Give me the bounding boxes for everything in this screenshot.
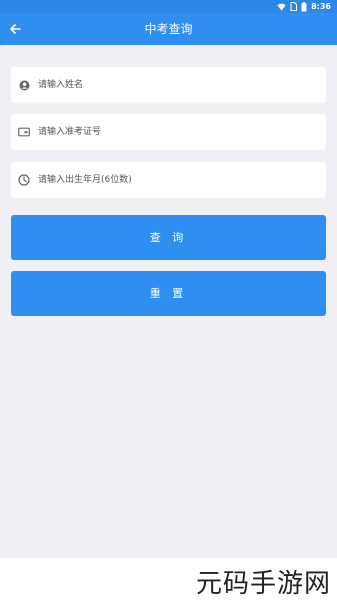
back-button[interactable]: [6, 20, 24, 38]
query-button[interactable]: 查 询: [11, 215, 326, 260]
person-icon: [18, 79, 30, 91]
sim-icon: [290, 2, 298, 11]
reset-button[interactable]: 重 置: [11, 271, 326, 316]
birth-field[interactable]: [11, 162, 326, 198]
wifi-icon: [277, 3, 286, 11]
watermark-text: 元码手游网: [195, 569, 331, 599]
battery-icon: [301, 1, 307, 12]
name-input[interactable]: [38, 75, 326, 95]
status-bar: 8:36: [0, 0, 337, 13]
name-field[interactable]: [11, 67, 326, 103]
birth-input[interactable]: [38, 170, 326, 190]
exam-id-input[interactable]: [38, 122, 326, 142]
card-icon: [18, 126, 30, 138]
clock-icon: [18, 174, 30, 186]
status-time: 8:36: [311, 2, 331, 11]
page-title: 中考查询: [144, 22, 193, 36]
exam-id-field[interactable]: [11, 114, 326, 150]
app-bar: 中考查询: [0, 13, 337, 45]
arrow-left-icon: [10, 24, 21, 34]
bottom-bar: 元码手游网: [0, 558, 337, 600]
status-icons: 8:36: [277, 1, 331, 12]
app-screen: 8:36 中考查询 请输入姓名 请输入准考证号 请输入出生年月(6位数) 查 询…: [0, 0, 337, 600]
